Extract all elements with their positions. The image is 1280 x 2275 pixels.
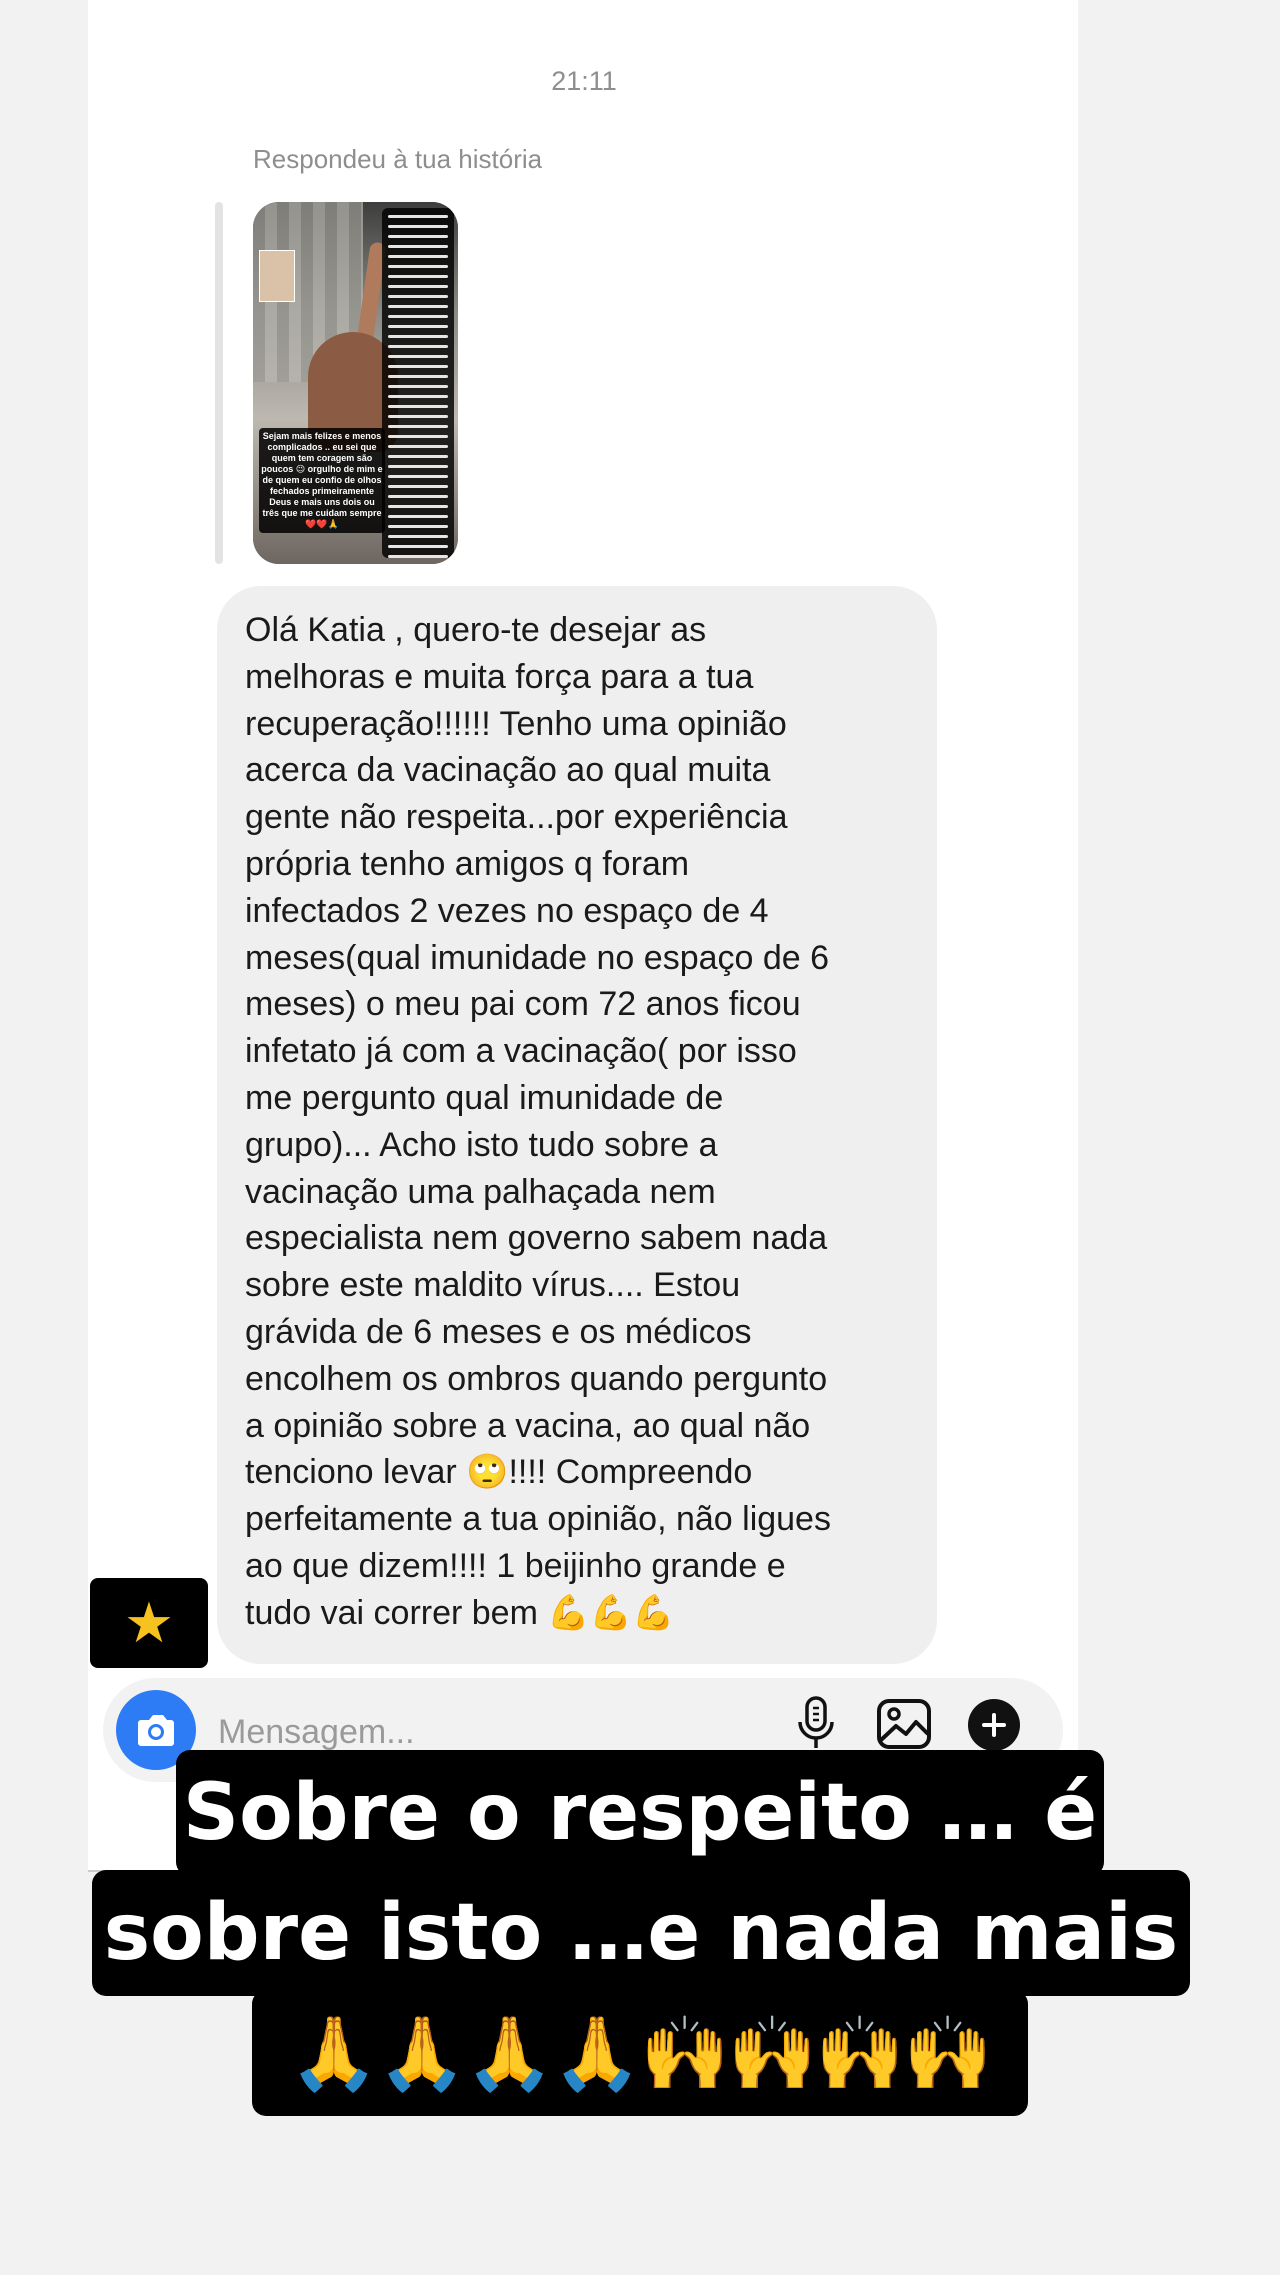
story-reply-label: Respondeu à tua história: [253, 144, 543, 174]
story-inset-photo: [259, 250, 295, 302]
microphone-icon: [798, 1696, 834, 1748]
story-caption-text: Sejam mais felizes e menos complicados .…: [259, 428, 385, 533]
message-text: Olá Katia , quero-te desejar as melhoras…: [245, 611, 831, 1632]
story-thumbnail[interactable]: Sejam mais felizes e menos complicados .…: [253, 202, 458, 564]
gallery-icon: [877, 1699, 931, 1749]
plus-icon: [982, 1713, 1006, 1737]
reply-indicator-bar: [215, 202, 223, 564]
story-caption-emoji-line: 🙏🙏🙏🙏🙌🙌🙌🙌: [252, 1990, 1028, 2116]
microphone-button[interactable]: [784, 1692, 848, 1756]
story-side-text: [382, 208, 454, 558]
story-caption-line-2: sobre isto …e nada mais: [92, 1870, 1190, 1996]
story-caption-line-1: Sobre o respeito … é: [176, 1750, 1104, 1876]
camera-icon: [138, 1715, 174, 1746]
star-icon: ★: [90, 1578, 208, 1668]
gallery-button[interactable]: [872, 1692, 936, 1756]
message-timestamp: 21:11: [551, 66, 617, 96]
more-button[interactable]: [968, 1699, 1020, 1751]
